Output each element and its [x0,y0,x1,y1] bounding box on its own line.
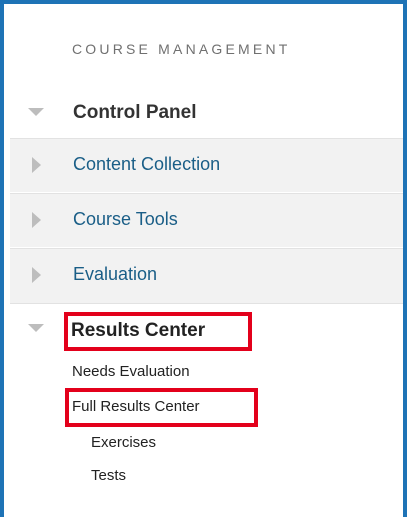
menu-item-evaluation[interactable]: Evaluation [10,248,403,304]
menu-item-content-collection[interactable]: Content Collection [10,138,403,192]
menu-item-label[interactable]: Evaluation [73,264,157,285]
menu-item-label[interactable]: Content Collection [73,154,220,175]
section-title: COURSE MANAGEMENT [72,41,291,57]
expanded-arrow-icon[interactable] [28,108,44,116]
control-panel-header[interactable]: Control Panel [10,90,403,138]
link-tests[interactable]: Tests [91,467,126,484]
link-full-results-center[interactable]: Full Results Center [72,398,200,415]
collapsed-arrow-icon[interactable] [32,212,41,228]
control-panel-label[interactable]: Control Panel [73,102,197,124]
expanded-arrow-icon[interactable] [28,324,44,332]
section-header: COURSE MANAGEMENT [10,8,403,92]
collapsed-arrow-icon[interactable] [32,157,41,173]
course-menu-frame: COURSE MANAGEMENT Control Panel Content … [0,0,407,517]
collapsed-arrow-icon[interactable] [32,267,41,283]
course-management-panel: COURSE MANAGEMENT Control Panel Content … [10,8,403,484]
results-center-header[interactable]: Results Center [10,310,403,356]
link-exercises[interactable]: Exercises [91,434,156,451]
link-needs-evaluation[interactable]: Needs Evaluation [72,363,190,380]
menu-item-course-tools[interactable]: Course Tools [10,193,403,247]
menu-item-label[interactable]: Course Tools [73,209,178,230]
results-center-label[interactable]: Results Center [71,320,205,342]
